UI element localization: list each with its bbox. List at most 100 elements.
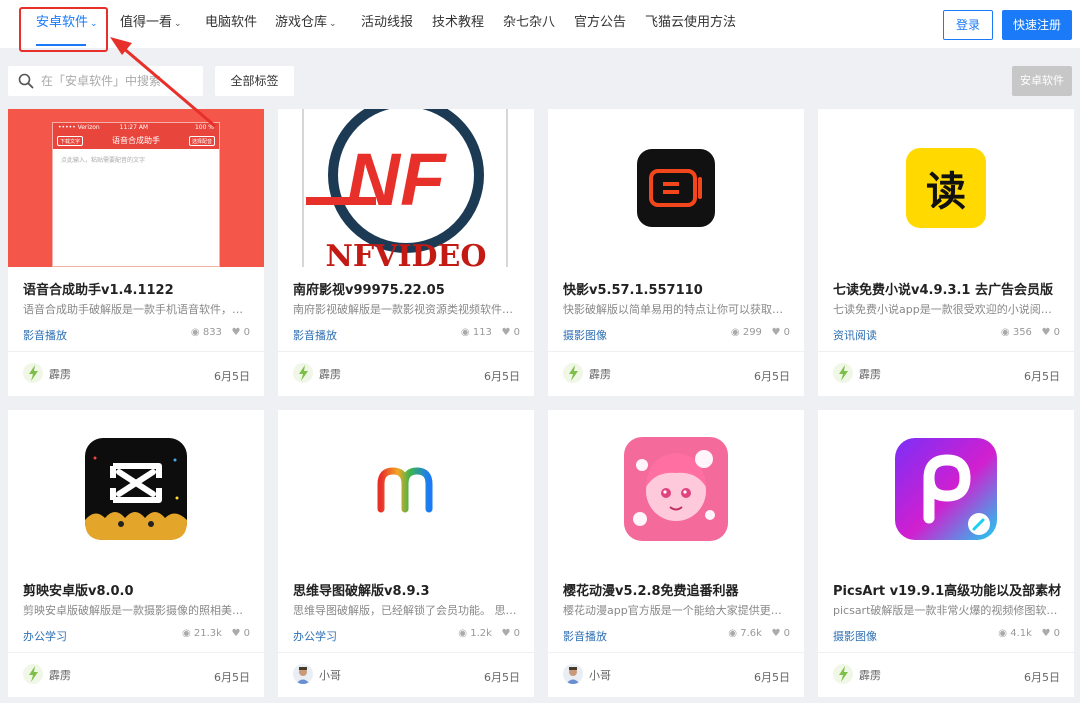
- register-button[interactable]: 快速注册: [1002, 10, 1072, 40]
- app-card[interactable]: 读 七读免费小说v4.9.3.1 去广告会员版 七读免费小说app是一款很受欢迎…: [818, 109, 1074, 396]
- all-tags-button[interactable]: 全部标签: [215, 66, 294, 96]
- card-title[interactable]: 七读免费小说v4.9.3.1 去广告会员版: [833, 279, 1069, 298]
- heart-icon: ♥: [1041, 327, 1051, 338]
- nav-item-worth-seeing[interactable]: 值得一看 ⌄: [120, 15, 182, 32]
- card-author[interactable]: 霹雳: [319, 366, 341, 382]
- card-category[interactable]: 摄影图像: [833, 628, 877, 644]
- avatar[interactable]: [293, 363, 313, 383]
- like-count: 0: [513, 628, 520, 639]
- nav-label: 游戏仓库: [275, 15, 328, 30]
- card-title[interactable]: 剪映安卓版v8.0.0: [23, 580, 259, 599]
- avatar[interactable]: [833, 664, 853, 684]
- view-count: 299: [742, 327, 762, 338]
- carrier-text: ••••• Verizon: [58, 124, 100, 131]
- card-title[interactable]: 思维导图破解版v8.9.3: [293, 580, 529, 599]
- view-count: 113: [472, 327, 492, 338]
- card-date: 6月5日: [1024, 671, 1060, 684]
- card-category[interactable]: 资讯阅读: [833, 327, 877, 343]
- heart-icon: ♥: [771, 327, 781, 338]
- heart-icon: ♥: [501, 327, 511, 338]
- eye-icon: ◉: [458, 628, 468, 639]
- nav-item-tech-tutorials[interactable]: 技术教程: [432, 15, 484, 31]
- nav-item-pc-software[interactable]: 电脑软件: [205, 15, 257, 31]
- nav-label: 技术教程: [432, 15, 485, 30]
- app-card[interactable]: 剪映安卓版v8.0.0 剪映安卓版破解版是一款摄影摄像的照相美颜... 办公学习…: [8, 410, 264, 697]
- avatar[interactable]: [23, 363, 43, 383]
- like-count: 0: [783, 327, 790, 338]
- card-category[interactable]: 影音播放: [563, 628, 607, 644]
- card-divider: [8, 652, 264, 653]
- login-button[interactable]: 登录: [943, 10, 993, 40]
- heart-icon: ♥: [771, 628, 781, 639]
- like-count: 0: [243, 628, 250, 639]
- card-stats: ◉ 356 ♥ 0: [1001, 327, 1060, 338]
- app-thumbnail[interactable]: [278, 410, 534, 568]
- nav-item-activity-deals[interactable]: 活动线报: [361, 15, 413, 31]
- app-card[interactable]: 快影v5.57.1.557110 快影破解版以简单易用的特点让你可以获取到...…: [548, 109, 804, 396]
- heart-icon: ♥: [1041, 628, 1051, 639]
- app-thumbnail[interactable]: NF NFVIDEO: [278, 109, 534, 267]
- card-date: 6月5日: [214, 370, 250, 383]
- app-card[interactable]: NF NFVIDEO 南府影视v99975.22.05 南府影视破解版是一款影视…: [278, 109, 534, 396]
- card-author[interactable]: 小哥: [589, 667, 611, 683]
- app-card[interactable]: ••••• Verizon 11:27 AM 100 % 下载文字 语音合成助手…: [8, 109, 264, 396]
- nav-item-miscellaneous[interactable]: 杂七杂八: [503, 15, 555, 31]
- nav-label: 飞猫云使用方法: [645, 15, 737, 30]
- card-divider: [548, 351, 804, 352]
- card-stats: ◉ 833 ♥ 0: [191, 327, 250, 338]
- card-divider: [818, 652, 1074, 653]
- card-title[interactable]: 语音合成助手v1.4.1122: [23, 279, 259, 298]
- card-desc: 剪映安卓版破解版是一款摄影摄像的照相美颜...: [23, 604, 251, 617]
- card-author[interactable]: 霹雳: [49, 667, 71, 683]
- card-title[interactable]: 南府影视v99975.22.05: [293, 279, 529, 298]
- app-thumbnail[interactable]: [8, 410, 264, 568]
- app-thumbnail[interactable]: ••••• Verizon 11:27 AM 100 % 下载文字 语音合成助手…: [8, 109, 264, 267]
- avatar[interactable]: [563, 363, 583, 383]
- eye-icon: ◉: [728, 628, 738, 639]
- app-card[interactable]: 樱花动漫v5.2.8免费追番利器 樱花动漫app官方版是一个能给大家提供更全..…: [548, 410, 804, 697]
- nav-label: 官方公告: [574, 15, 627, 30]
- card-title[interactable]: 樱花动漫v5.2.8免费追番利器: [563, 580, 799, 599]
- app-thumbnail[interactable]: [548, 109, 804, 267]
- card-title[interactable]: PicsArt v19.9.1高级功能以及部素材: [833, 580, 1069, 599]
- nav-item-game-warehouse[interactable]: 游戏仓库 ⌄: [275, 15, 337, 32]
- avatar[interactable]: [563, 664, 583, 684]
- card-category[interactable]: 影音播放: [23, 327, 67, 343]
- search-input[interactable]: [41, 72, 196, 90]
- top-navbar: 安卓软件 ⌄ 值得一看 ⌄ 电脑软件 游戏仓库 ⌄ 活动线报 技术教程 杂七杂八 官方…: [0, 0, 1080, 48]
- card-stats: ◉ 4.1k ♥ 0: [998, 628, 1060, 639]
- card-stats: ◉ 21.3k ♥ 0: [182, 628, 250, 639]
- card-author[interactable]: 霹雳: [859, 366, 881, 382]
- card-author[interactable]: 霹雳: [589, 366, 611, 382]
- app-card[interactable]: PicsArt v19.9.1高级功能以及部素材 picsart破解版是一款非常…: [818, 410, 1074, 697]
- app-card[interactable]: 思维导图破解版v8.9.3 思维导图破解版，已经解锁了会员功能。 思维... 办…: [278, 410, 534, 697]
- avatar[interactable]: [23, 664, 43, 684]
- card-author[interactable]: 霹雳: [859, 667, 881, 683]
- card-divider: [548, 652, 804, 653]
- card-category[interactable]: 影音播放: [293, 327, 337, 343]
- card-author[interactable]: 小哥: [319, 667, 341, 683]
- like-count: 0: [783, 628, 790, 639]
- category-android-button[interactable]: 安卓软件: [1012, 66, 1072, 96]
- card-author[interactable]: 霹雳: [49, 366, 71, 382]
- view-count: 1.2k: [470, 628, 492, 639]
- card-date: 6月5日: [484, 370, 520, 383]
- card-category[interactable]: 办公学习: [293, 628, 337, 644]
- nav-item-announcements[interactable]: 官方公告: [574, 15, 626, 31]
- card-desc: 思维导图破解版，已经解锁了会员功能。 思维...: [293, 604, 521, 617]
- phone-left-button: 下载文字: [57, 136, 84, 146]
- card-title[interactable]: 快影v5.57.1.557110: [563, 279, 799, 298]
- search-box: [8, 66, 203, 96]
- avatar[interactable]: [293, 664, 313, 684]
- nav-item-feimao-guide[interactable]: 飞猫云使用方法: [645, 15, 736, 31]
- app-thumbnail[interactable]: [818, 410, 1074, 568]
- time-text: 11:27 AM: [119, 124, 149, 131]
- app-thumbnail[interactable]: [548, 410, 804, 568]
- card-category[interactable]: 摄影图像: [563, 327, 607, 343]
- avatar[interactable]: [833, 363, 853, 383]
- phone-status-bar: ••••• Verizon 11:27 AM 100 %: [53, 123, 219, 133]
- card-stats: ◉ 7.6k ♥ 0: [728, 628, 790, 639]
- card-category[interactable]: 办公学习: [23, 628, 67, 644]
- app-thumbnail[interactable]: 读: [818, 109, 1074, 267]
- eye-icon: ◉: [190, 327, 200, 338]
